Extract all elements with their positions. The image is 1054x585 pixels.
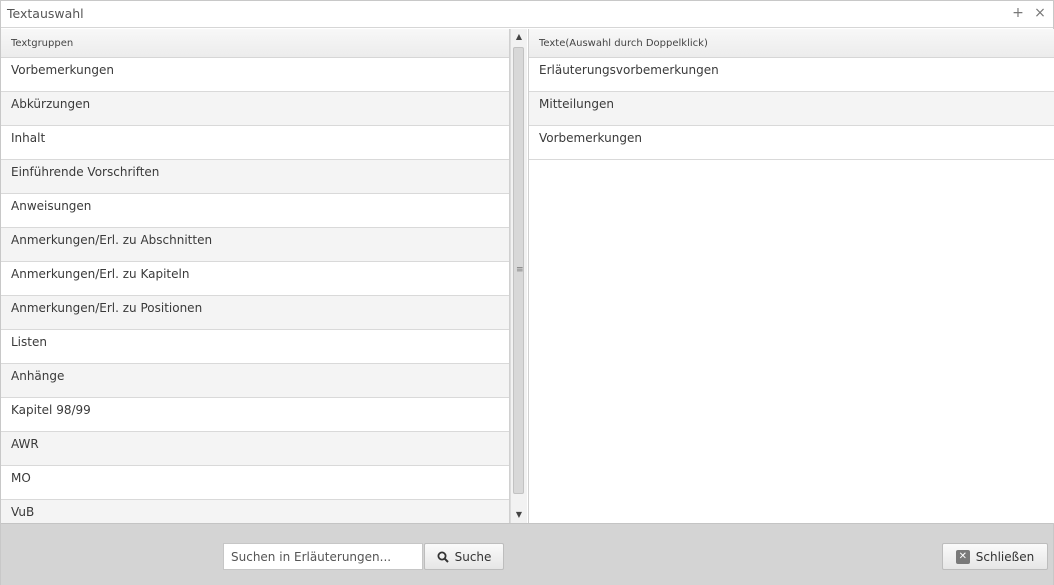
dialog-footer: Suche ✕ Schließen (1, 523, 1053, 585)
textauswahl-dialog: Textauswahl + × Textgruppen Vorbemerkung… (0, 0, 1054, 585)
list-item[interactable]: Vorbemerkungen (529, 126, 1054, 160)
list-item[interactable]: Anmerkungen/Erl. zu Abschnitten (1, 228, 509, 262)
list-item[interactable]: Inhalt (1, 126, 509, 160)
x-box-icon: ✕ (955, 549, 970, 564)
list-item[interactable]: Abkürzungen (1, 92, 509, 126)
title-bar[interactable]: Textauswahl + × (1, 1, 1053, 28)
list-item[interactable]: Anweisungen (1, 194, 509, 228)
list-item[interactable]: MO (1, 466, 509, 500)
search-button-label: Suche (454, 549, 492, 564)
list-item[interactable]: Listen (1, 330, 509, 364)
scroll-down-arrow-icon[interactable]: ▼ (511, 507, 527, 523)
text-groups-grid: Textgruppen Vorbemerkungen Abkürzungen I… (1, 29, 510, 523)
search-input[interactable] (223, 543, 423, 570)
list-item[interactable]: Anhänge (1, 364, 509, 398)
column-header-textgruppen[interactable]: Textgruppen (1, 29, 509, 58)
column-header-texte[interactable]: Texte(Auswahl durch Doppelklick) (529, 29, 1054, 58)
list-item[interactable]: VuB (1, 500, 509, 523)
grip-lines-icon: ≡ (516, 265, 524, 275)
list-item[interactable]: Kapitel 98/99 (1, 398, 509, 432)
list-item[interactable]: Erläuterungsvorbemerkungen (529, 58, 1054, 92)
dialog-title: Textauswahl (7, 6, 84, 21)
list-item[interactable]: Anmerkungen/Erl. zu Kapiteln (1, 262, 509, 296)
close-button-label: Schließen (975, 549, 1035, 564)
list-item[interactable]: Einführende Vorschriften (1, 160, 509, 194)
texts-grid: Texte(Auswahl durch Doppelklick) Erläute… (528, 29, 1054, 523)
scroll-up-arrow-icon[interactable]: ▲ (511, 29, 527, 45)
vertical-scrollbar[interactable]: ▲ ≡ ▼ (510, 29, 527, 523)
scrollbar-thumb[interactable]: ≡ (513, 47, 524, 494)
close-button[interactable]: ✕ Schließen (942, 543, 1048, 570)
list-item[interactable]: AWR (1, 432, 509, 466)
list-item[interactable]: Vorbemerkungen (1, 58, 509, 92)
list-item[interactable]: Mitteilungen (529, 92, 1054, 126)
magnifier-icon (437, 551, 449, 563)
close-icon[interactable]: × (1032, 4, 1048, 22)
search-button[interactable]: Suche (424, 543, 504, 570)
list-item[interactable]: Anmerkungen/Erl. zu Positionen (1, 296, 509, 330)
maximize-icon[interactable]: + (1010, 4, 1026, 22)
